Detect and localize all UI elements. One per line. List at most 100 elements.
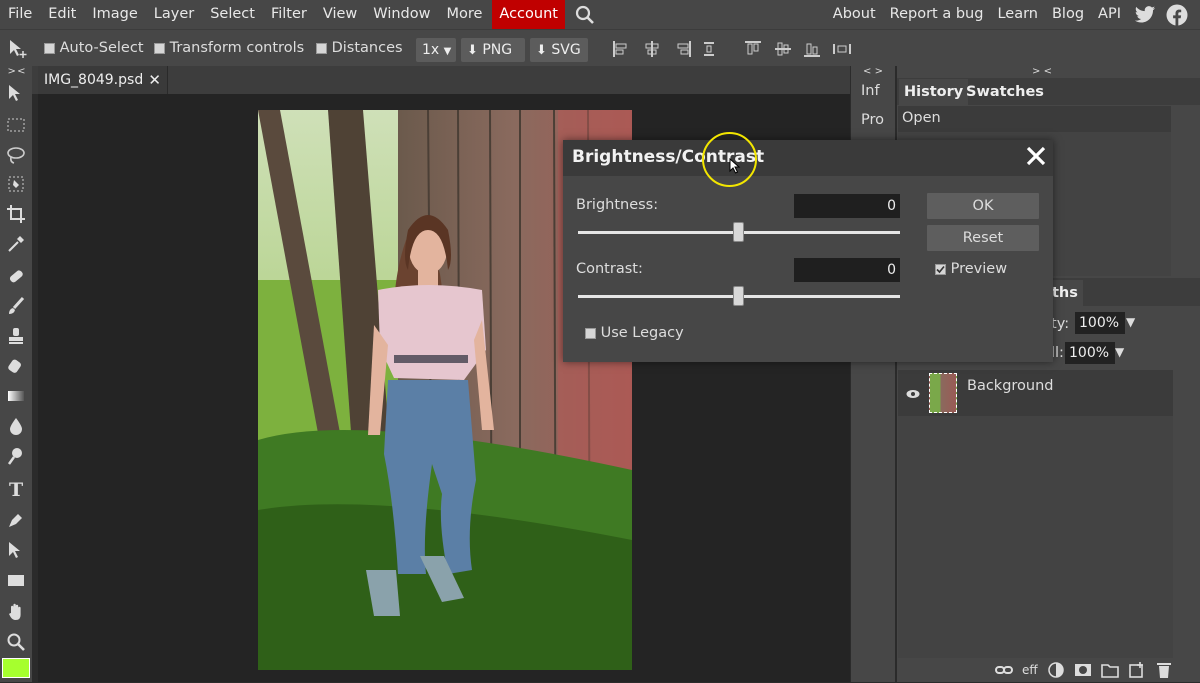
align-center-h-icon[interactable]	[643, 40, 661, 62]
ok-button[interactable]: OK	[927, 193, 1039, 219]
layers-list	[898, 416, 1173, 658]
auto-select-checkbox[interactable]: Auto-Select	[44, 30, 144, 67]
brush-tool-icon[interactable]	[4, 294, 28, 318]
panel-collapse[interactable]: > <	[897, 66, 1187, 78]
auto-select-label: Auto-Select	[59, 40, 144, 56]
twitter-icon[interactable]	[1134, 5, 1156, 25]
move-tool-icon[interactable]	[4, 82, 28, 106]
type-tool-icon[interactable]: T	[4, 477, 28, 501]
zoom-tool-icon[interactable]	[4, 630, 28, 654]
blur-tool-icon[interactable]	[4, 414, 28, 438]
hand-tool-icon[interactable]	[4, 600, 28, 624]
png-label: PNG	[482, 42, 513, 58]
export-png-button[interactable]: ⬇ PNG	[461, 38, 525, 62]
menu-bar: File Edit Image Layer Select Filter View…	[0, 0, 1200, 29]
menu-account[interactable]: Account	[492, 0, 565, 29]
adjustment-layer-icon[interactable]	[1048, 662, 1064, 682]
menu-blog[interactable]: Blog	[1045, 0, 1091, 29]
layer-effects-button[interactable]: eff	[1022, 663, 1038, 677]
mini-panel-collapse[interactable]: < >	[851, 66, 895, 78]
path-select-tool-icon[interactable]	[4, 538, 28, 562]
distances-label: Distances	[331, 40, 403, 56]
layer-row[interactable]: Background	[898, 370, 1173, 416]
layer-name: Background	[967, 378, 1054, 394]
menu-learn[interactable]: Learn	[990, 0, 1045, 29]
distances-checkbox[interactable]: Distances	[316, 30, 403, 67]
dialog-titlebar[interactable]: Brightness/Contrast	[563, 140, 1053, 176]
chevron-down-icon[interactable]: ▼	[1115, 345, 1124, 359]
align-bottom-icon[interactable]	[803, 40, 821, 62]
foreground-color-swatch[interactable]	[2, 658, 30, 678]
menu-more[interactable]: More	[438, 0, 490, 29]
history-item-open[interactable]: Open	[898, 106, 1171, 132]
menu-about[interactable]: About	[826, 0, 883, 29]
chevron-down-icon: ▼	[443, 46, 452, 57]
tab-history[interactable]: History	[899, 79, 969, 105]
magic-wand-tool-icon[interactable]	[4, 172, 28, 196]
eraser-tool-icon[interactable]	[4, 354, 28, 378]
document-tab-label: IMG_8049.psd	[44, 72, 144, 88]
align-right-icon[interactable]	[674, 40, 692, 62]
fill-input[interactable]: 100%	[1065, 342, 1115, 364]
distribute-h-icon[interactable]	[702, 40, 716, 62]
contrast-input[interactable]: 0	[794, 258, 900, 282]
transform-controls-checkbox[interactable]: Transform controls	[154, 30, 304, 67]
mouse-cursor-icon	[729, 157, 741, 178]
gradient-tool-icon[interactable]	[4, 384, 28, 408]
menu-filter[interactable]: Filter	[263, 0, 315, 29]
close-tab-icon[interactable]: ✕	[148, 66, 161, 94]
menu-report-bug[interactable]: Report a bug	[883, 0, 991, 29]
layers-footer: eff	[897, 660, 1200, 682]
brightness-input[interactable]: 0	[794, 194, 900, 218]
use-legacy-label: Use Legacy	[600, 325, 684, 341]
menu-window[interactable]: Window	[365, 0, 438, 29]
brightness-slider-handle[interactable]	[733, 222, 744, 242]
crop-tool-icon[interactable]	[4, 202, 28, 226]
align-middle-icon[interactable]	[774, 40, 792, 62]
svg-label: SVG	[551, 42, 581, 58]
info-panel-button[interactable]: Inf	[861, 83, 880, 99]
eyedropper-tool-icon[interactable]	[4, 232, 28, 256]
search-icon[interactable]	[575, 5, 595, 25]
close-icon[interactable]	[1025, 145, 1047, 171]
toolbar-collapse[interactable]: > <	[0, 66, 32, 78]
pen-tool-icon[interactable]	[4, 508, 28, 532]
menu-api[interactable]: API	[1091, 0, 1128, 29]
opacity-input[interactable]: 100%	[1075, 312, 1125, 334]
new-layer-icon[interactable]	[1129, 662, 1145, 682]
marquee-tool-icon[interactable]	[4, 113, 28, 137]
brightness-label: Brightness:	[576, 197, 659, 213]
healing-brush-tool-icon[interactable]	[4, 264, 28, 288]
properties-panel-button[interactable]: Pro	[861, 112, 884, 128]
layer-mask-icon[interactable]	[1074, 662, 1092, 682]
lasso-tool-icon[interactable]	[4, 143, 28, 167]
eye-icon[interactable]	[906, 387, 920, 403]
facebook-icon[interactable]	[1166, 4, 1188, 26]
menu-file[interactable]: File	[0, 0, 40, 29]
menu-view[interactable]: View	[315, 0, 365, 29]
preview-checkbox[interactable]: Preview	[935, 261, 1007, 277]
options-bar: Auto-Select Transform controls Distances…	[0, 29, 1200, 66]
stamp-tool-icon[interactable]	[4, 324, 28, 348]
menu-layer[interactable]: Layer	[146, 0, 202, 29]
contrast-slider-handle[interactable]	[733, 286, 744, 306]
align-left-icon[interactable]	[612, 40, 630, 62]
use-legacy-checkbox[interactable]: Use Legacy	[585, 325, 684, 341]
menu-select[interactable]: Select	[202, 0, 263, 29]
chevron-down-icon[interactable]: ▼	[1126, 315, 1135, 329]
document-tab[interactable]: IMG_8049.psd ✕	[38, 66, 168, 94]
layer-thumbnail	[929, 373, 957, 413]
distribute-v-icon[interactable]	[832, 40, 852, 62]
dodge-tool-icon[interactable]	[4, 444, 28, 468]
delete-layer-icon[interactable]	[1156, 661, 1172, 683]
link-layers-icon[interactable]	[995, 663, 1013, 681]
shape-tool-icon[interactable]	[4, 568, 28, 592]
menu-image[interactable]: Image	[84, 0, 145, 29]
new-group-icon[interactable]	[1101, 662, 1119, 682]
align-top-icon[interactable]	[744, 40, 762, 62]
tab-swatches[interactable]: Swatches	[961, 79, 1049, 105]
menu-edit[interactable]: Edit	[40, 0, 84, 29]
zoom-select[interactable]: 1x ▼	[416, 38, 456, 62]
reset-button[interactable]: Reset	[927, 225, 1039, 251]
export-svg-button[interactable]: ⬇ SVG	[530, 38, 588, 62]
